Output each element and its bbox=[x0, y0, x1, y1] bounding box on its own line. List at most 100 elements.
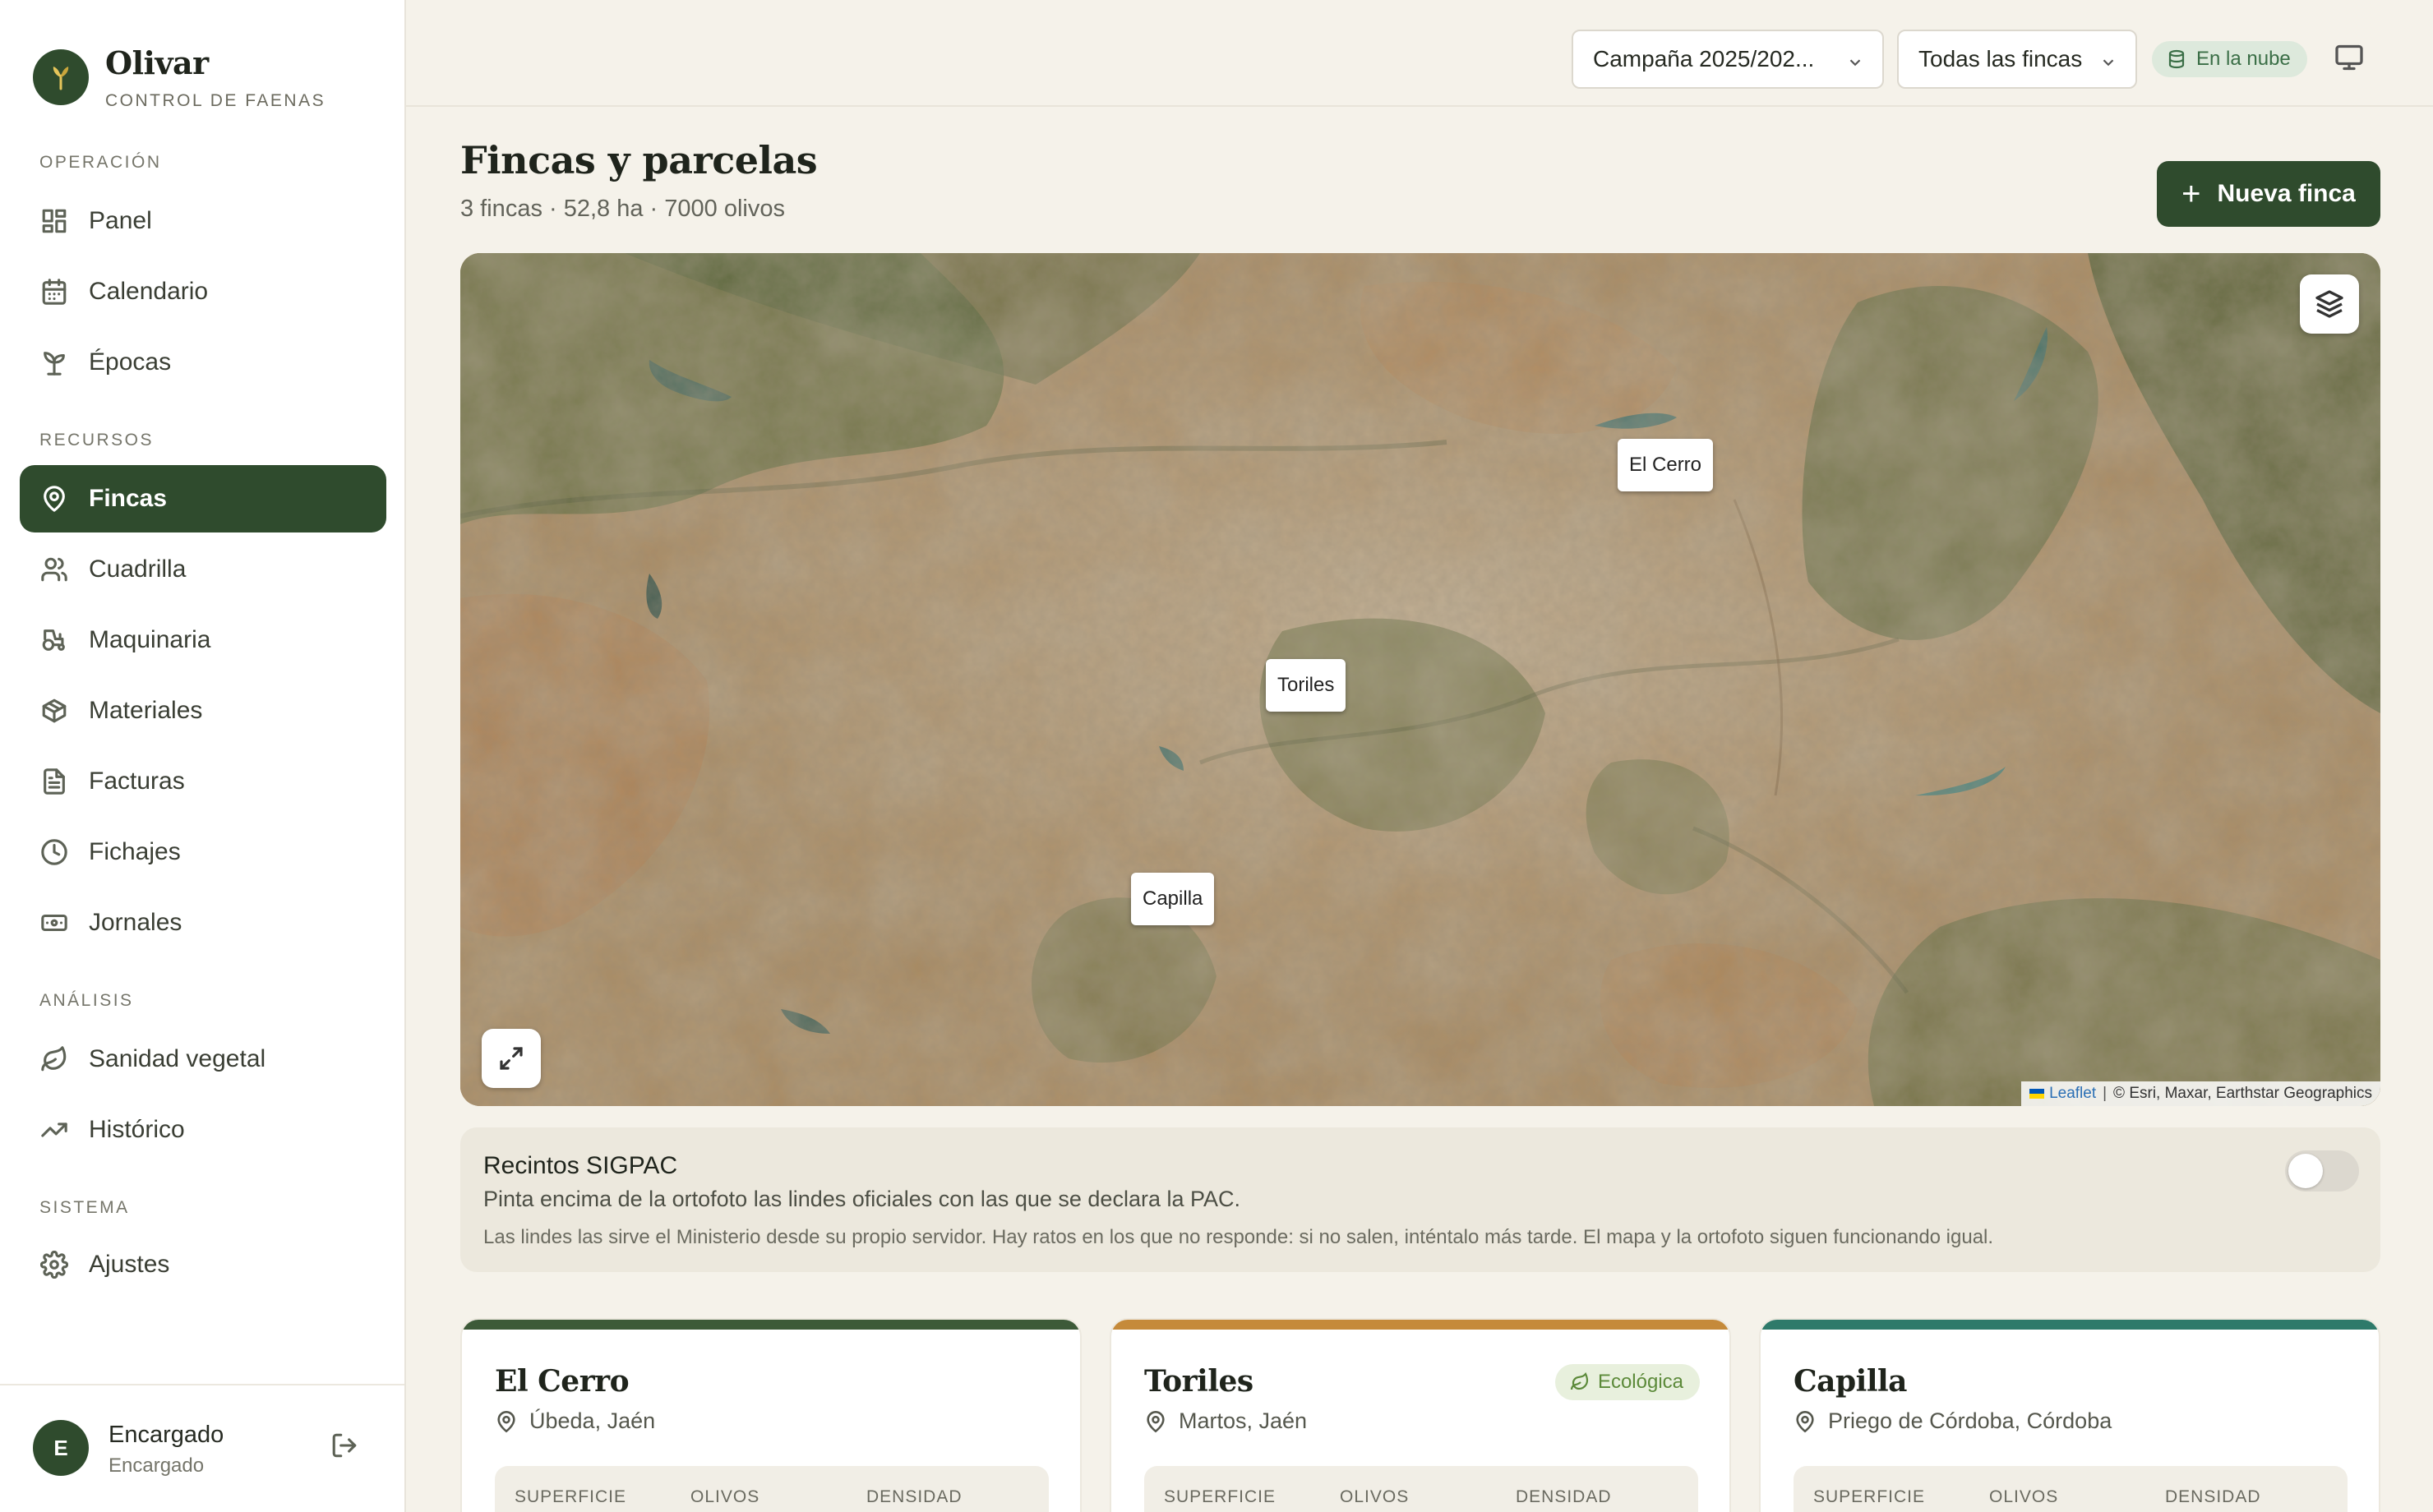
farm-card-el-cerro[interactable]: El Cerro Úbeda, Jaén SUPERFICIE OLIVOS D… bbox=[460, 1318, 1082, 1512]
app-subtitle: CONTROL DE FAENAS bbox=[105, 91, 326, 110]
leaflet-link[interactable]: Leaflet bbox=[2049, 1085, 2096, 1103]
farm-stats: SUPERFICIE OLIVOS DENSIDAD bbox=[1794, 1466, 2348, 1512]
sidebar-item-label: Jornales bbox=[89, 909, 182, 936]
toggle-knob bbox=[2288, 1154, 2323, 1188]
farm-select[interactable]: Todas las fincas bbox=[1897, 30, 2137, 89]
leaf-icon bbox=[39, 1044, 69, 1074]
top-bar: Campaña 2025/202... Todas las fincas En … bbox=[406, 0, 2433, 107]
sidebar-item-label: Épocas bbox=[89, 348, 172, 376]
user-role: Encargado bbox=[108, 1454, 205, 1477]
app-name: Olivar bbox=[105, 44, 209, 81]
sidebar-item-label: Histórico bbox=[89, 1116, 185, 1143]
map-attribution: Leaflet | © Esri, Maxar, Earthstar Geogr… bbox=[2021, 1081, 2380, 1106]
sidebar-item-label: Calendario bbox=[89, 278, 209, 305]
sigpac-title: Recintos SIGPAC bbox=[483, 1152, 678, 1179]
new-farm-button[interactable]: + Nueva finca bbox=[2157, 161, 2380, 227]
sidebar-item-label: Sanidad vegetal bbox=[89, 1045, 266, 1072]
sidebar-item-maquinaria[interactable]: Maquinaria bbox=[20, 606, 386, 674]
gear-icon bbox=[39, 1250, 69, 1279]
package-icon bbox=[39, 696, 69, 726]
trending-up-icon bbox=[39, 1115, 69, 1145]
sidebar-item-materiales[interactable]: Materiales bbox=[20, 677, 386, 744]
stat-header-density: DENSIDAD bbox=[2165, 1487, 2261, 1506]
plus-icon: + bbox=[2181, 176, 2201, 212]
sidebar-item-cuadrilla[interactable]: Cuadrilla bbox=[20, 536, 386, 603]
sidebar-item-historico[interactable]: Histórico bbox=[20, 1096, 386, 1164]
ukraine-flag-icon bbox=[2029, 1089, 2045, 1099]
farm-location: Martos, Jaén bbox=[1144, 1408, 1307, 1434]
sidebar-item-label: Panel bbox=[89, 207, 152, 234]
monitor-icon[interactable] bbox=[2334, 43, 2367, 76]
file-text-icon bbox=[39, 767, 69, 796]
map-pin-icon bbox=[39, 484, 69, 514]
calendar-icon bbox=[39, 277, 69, 307]
sidebar-item-panel[interactable]: Panel bbox=[20, 187, 386, 255]
logout-icon[interactable] bbox=[330, 1431, 363, 1464]
farm-location: Úbeda, Jaén bbox=[495, 1408, 655, 1434]
farm-location-text: Martos, Jaén bbox=[1179, 1408, 1308, 1433]
leaf-icon bbox=[1570, 1372, 1589, 1390]
layers-icon[interactable] bbox=[2300, 274, 2359, 334]
user-panel: E Encargado Encargado bbox=[0, 1384, 404, 1512]
organic-badge: Ecológica bbox=[1554, 1364, 1700, 1400]
organic-badge-label: Ecológica bbox=[1597, 1371, 1683, 1393]
farm-stats: SUPERFICIE OLIVOS DENSIDAD bbox=[495, 1466, 1049, 1512]
new-farm-label: Nueva finca bbox=[2217, 180, 2356, 207]
sidebar-item-label: Maquinaria bbox=[89, 626, 211, 653]
card-color-stripe bbox=[462, 1320, 1080, 1330]
olive-logo-icon bbox=[33, 49, 89, 105]
attribution-separator: | bbox=[2103, 1085, 2108, 1102]
satellite-map[interactable]: El Cerro Toriles Capilla Leaflet | © Esr… bbox=[460, 253, 2380, 1106]
attribution-text: © Esri, Maxar, Earthstar Geographics bbox=[2113, 1085, 2372, 1102]
farm-location: Priego de Córdoba, Córdoba bbox=[1794, 1408, 2112, 1434]
expand-icon[interactable] bbox=[482, 1029, 541, 1088]
card-color-stripe bbox=[1761, 1320, 2379, 1330]
farm-card-capilla[interactable]: Capilla Priego de Córdoba, Córdoba SUPER… bbox=[1759, 1318, 2380, 1512]
sidebar-item-label: Ajustes bbox=[89, 1251, 170, 1278]
sidebar-item-facturas[interactable]: Facturas bbox=[20, 748, 386, 815]
map-label-el-cerro[interactable]: El Cerro bbox=[1618, 439, 1714, 491]
map-label-toriles[interactable]: Toriles bbox=[1266, 659, 1346, 712]
sidebar-item-fichajes[interactable]: Fichajes bbox=[20, 818, 386, 886]
campaign-select-value: Campaña 2025/202... bbox=[1593, 46, 1815, 71]
campaign-select[interactable]: Campaña 2025/202... bbox=[1572, 30, 1884, 89]
farm-stats: SUPERFICIE OLIVOS DENSIDAD bbox=[1144, 1466, 1698, 1512]
page-title: Fincas y parcelas bbox=[460, 138, 818, 182]
sigpac-toggle[interactable] bbox=[2285, 1150, 2359, 1192]
nav-section-operacion: OPERACIÓN bbox=[39, 153, 162, 172]
sigpac-description: Pinta encima de la ortofoto las lindes o… bbox=[483, 1187, 1241, 1211]
chevron-down-icon bbox=[2099, 51, 2117, 69]
sidebar-item-epocas[interactable]: Épocas bbox=[20, 329, 386, 396]
sidebar-item-calendario[interactable]: Calendario bbox=[20, 258, 386, 325]
stat-header-trees: OLIVOS bbox=[1989, 1487, 2059, 1506]
cloud-status-badge: En la nube bbox=[2152, 41, 2307, 77]
card-color-stripe bbox=[1111, 1320, 1729, 1330]
stat-header-area: SUPERFICIE bbox=[1164, 1487, 1277, 1506]
satellite-imagery bbox=[460, 253, 2380, 1106]
avatar[interactable]: E bbox=[33, 1420, 89, 1476]
stat-header-area: SUPERFICIE bbox=[1813, 1487, 1926, 1506]
farm-select-value: Todas las fincas bbox=[1918, 46, 2083, 71]
brand[interactable]: Olivar CONTROL DE FAENAS bbox=[33, 44, 325, 111]
sidebar-item-ajustes[interactable]: Ajustes bbox=[20, 1231, 386, 1298]
map-label-capilla[interactable]: Capilla bbox=[1131, 873, 1215, 925]
user-name: Encargado bbox=[108, 1422, 224, 1448]
chevron-down-icon bbox=[1846, 51, 1864, 69]
sidebar-item-label: Fincas bbox=[89, 485, 168, 512]
cloud-status-label: En la nube bbox=[2196, 48, 2291, 70]
nav-section-recursos: RECURSOS bbox=[39, 431, 155, 449]
sidebar-item-label: Cuadrilla bbox=[89, 555, 187, 583]
farm-card-toriles[interactable]: Toriles Ecológica Martos, Jaén SUPERFICI… bbox=[1110, 1318, 1731, 1512]
sidebar-item-jornales[interactable]: Jornales bbox=[20, 889, 386, 957]
nav-section-analisis: ANÁLISIS bbox=[39, 991, 134, 1010]
banknote-icon bbox=[39, 908, 69, 938]
stat-header-area: SUPERFICIE bbox=[515, 1487, 627, 1506]
nav-section-sistema: SISTEMA bbox=[39, 1198, 130, 1217]
sidebar-item-sanidad-vegetal[interactable]: Sanidad vegetal bbox=[20, 1026, 386, 1093]
sprout-icon bbox=[39, 348, 69, 377]
farm-name: Capilla bbox=[1794, 1364, 1908, 1399]
sidebar-item-label: Fichajes bbox=[89, 838, 181, 865]
stat-header-trees: OLIVOS bbox=[1340, 1487, 1410, 1506]
farm-location-text: Úbeda, Jaén bbox=[529, 1408, 656, 1433]
sidebar-item-fincas[interactable]: Fincas bbox=[20, 465, 386, 532]
